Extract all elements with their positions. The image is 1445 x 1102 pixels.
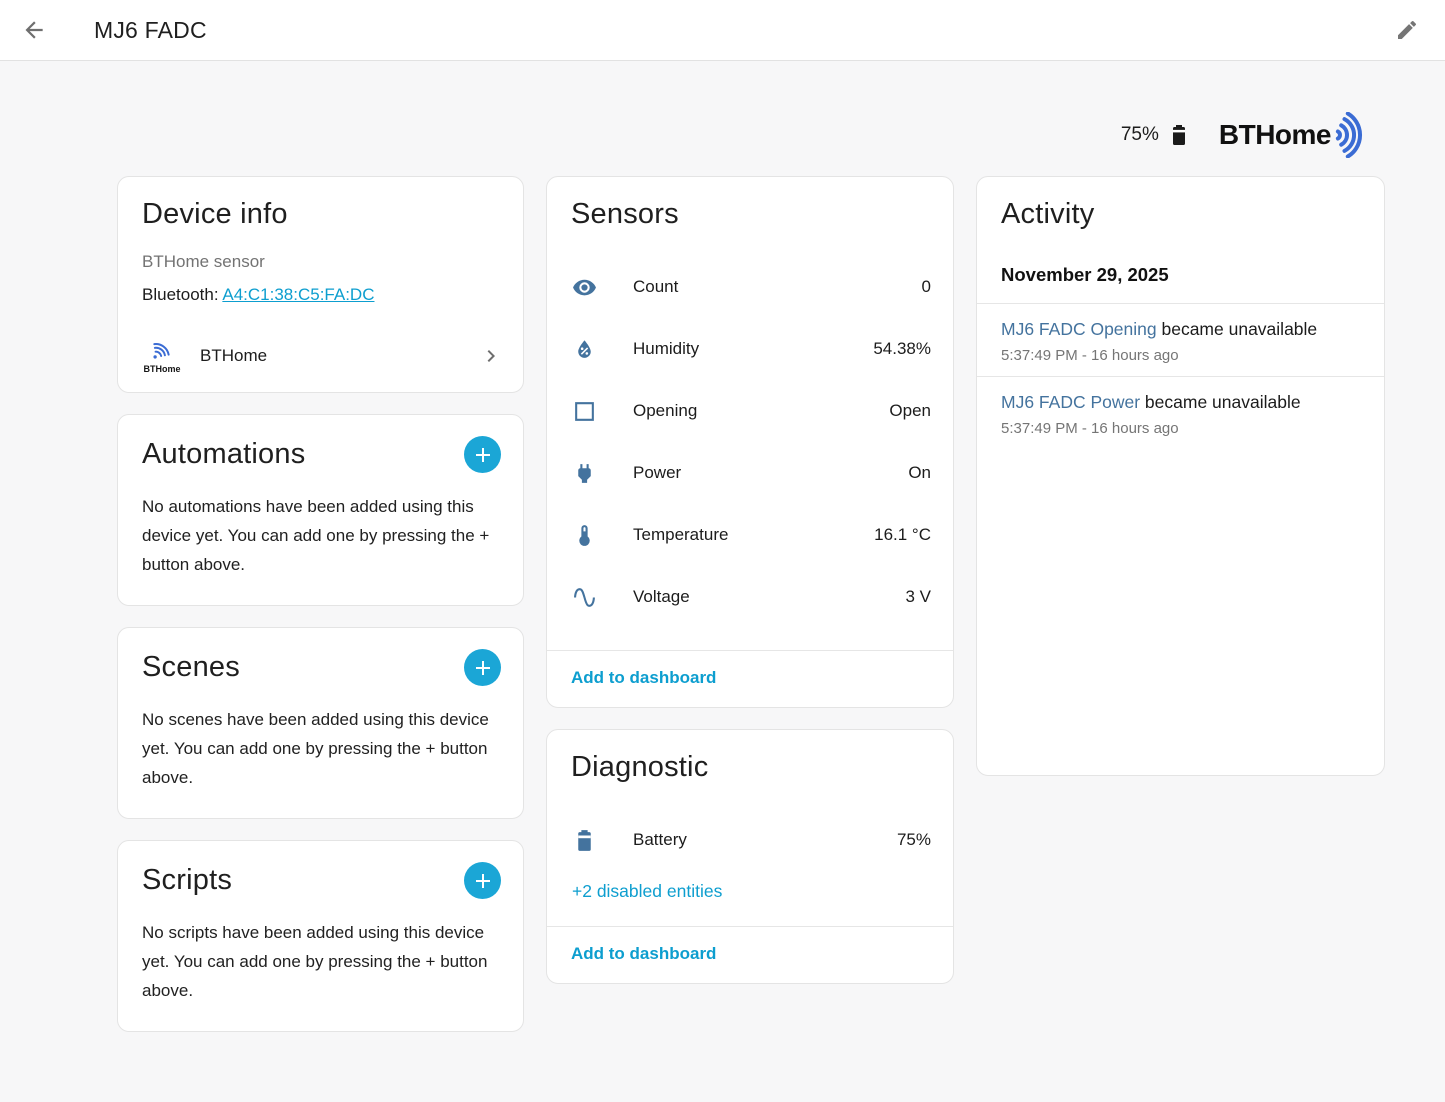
sensor-row-count[interactable]: Count 0 <box>547 256 953 318</box>
sensor-row-humidity[interactable]: Humidity 54.38% <box>547 318 953 380</box>
scripts-empty-text: No scripts have been added using this de… <box>118 899 523 1031</box>
sensor-label: Voltage <box>633 587 690 607</box>
sensor-row-voltage[interactable]: Voltage 3 V <box>547 566 953 628</box>
sensor-value: 0 <box>922 277 931 297</box>
device-status-row: 75% BTHome <box>0 113 1385 157</box>
device-info-title: Device info <box>142 198 288 231</box>
device-connection: Bluetooth: A4:C1:38:C5:FA:DC <box>118 272 523 305</box>
sensor-value: Open <box>889 401 931 421</box>
sensor-value: On <box>908 463 931 483</box>
app-header: MJ6 FADC <box>0 0 1445 61</box>
sensor-row-temperature[interactable]: Temperature 16.1 °C <box>547 504 953 566</box>
disabled-entities-link[interactable]: +2 disabled entities <box>547 871 953 926</box>
log-entity-link[interactable]: MJ6 FADC Power <box>1001 392 1140 412</box>
bthome-signal-arcs-icon <box>1333 112 1385 158</box>
activity-title: Activity <box>1001 198 1094 231</box>
battery-icon <box>1167 120 1191 150</box>
battery-icon <box>572 828 597 853</box>
sensor-label: Battery <box>633 830 687 850</box>
add-script-button[interactable] <box>464 862 501 899</box>
sensor-label: Count <box>633 277 678 297</box>
log-entry: MJ6 FADC Opening became unavailable 5:37… <box>977 304 1384 376</box>
power-plug-icon <box>572 461 597 486</box>
bthome-integration-icon-label: BTHome <box>143 364 180 374</box>
log-timestamp: 5:37:49 PM - 16 hours ago <box>1001 420 1360 437</box>
integration-name: BTHome <box>200 346 267 366</box>
plus-icon <box>471 443 495 467</box>
activity-date: November 29, 2025 <box>977 231 1384 303</box>
edit-pencil-icon[interactable] <box>1395 18 1419 42</box>
page-content: 75% BTHome Device info <box>0 62 1445 1102</box>
log-entry: MJ6 FADC Power became unavailable 5:37:4… <box>977 377 1384 449</box>
scripts-card: Scripts No scripts have been added using… <box>117 840 524 1032</box>
automations-title: Automations <box>142 438 305 471</box>
page-title: MJ6 FADC <box>94 17 207 44</box>
sensor-row-power[interactable]: Power On <box>547 442 953 504</box>
log-timestamp: 5:37:49 PM - 16 hours ago <box>1001 347 1360 364</box>
diagnostic-add-to-dashboard-link[interactable]: Add to dashboard <box>547 927 953 983</box>
activity-card: Activity November 29, 2025 MJ6 FADC Open… <box>976 176 1385 776</box>
device-info-card: Device info BTHome sensor Bluetooth: A4:… <box>117 176 524 393</box>
battery-percentage: 75% <box>1121 124 1159 146</box>
plus-icon <box>471 656 495 680</box>
back-arrow-icon[interactable] <box>21 17 47 43</box>
sensors-add-to-dashboard-link[interactable]: Add to dashboard <box>547 651 953 707</box>
integration-row-bthome[interactable]: BTHome BTHome <box>118 329 523 392</box>
square-outline-icon <box>572 399 597 424</box>
bthome-integration-icon: BTHome <box>138 337 186 374</box>
device-model: BTHome sensor <box>118 231 523 272</box>
sine-wave-icon <box>572 585 597 610</box>
sensor-row-opening[interactable]: Opening Open <box>547 380 953 442</box>
bthome-logo: BTHome <box>1219 112 1385 158</box>
scenes-empty-text: No scenes have been added using this dev… <box>118 686 523 818</box>
sensor-value: 16.1 °C <box>874 525 931 545</box>
sensor-value: 75% <box>897 830 931 850</box>
thermometer-icon <box>572 523 597 548</box>
diagnostic-title: Diagnostic <box>571 751 708 784</box>
sensor-label: Temperature <box>633 525 728 545</box>
sensor-value: 3 V <box>905 587 931 607</box>
card-columns: Device info BTHome sensor Bluetooth: A4:… <box>117 176 1445 1032</box>
sensor-label: Opening <box>633 401 697 421</box>
scenes-title: Scenes <box>142 651 240 684</box>
bluetooth-mac-link[interactable]: A4:C1:38:C5:FA:DC <box>222 285 374 304</box>
sensor-label: Power <box>633 463 681 483</box>
scripts-title: Scripts <box>142 864 232 897</box>
sensors-card: Sensors Count 0 Humidity <box>546 176 954 708</box>
log-event-text: became unavailable <box>1140 392 1301 412</box>
eye-icon <box>572 275 597 300</box>
sensor-label: Humidity <box>633 339 699 359</box>
scenes-card: Scenes No scenes have been added using t… <box>117 627 524 819</box>
connection-label: Bluetooth: <box>142 285 219 304</box>
log-entity-link[interactable]: MJ6 FADC Opening <box>1001 319 1157 339</box>
water-percent-icon <box>572 337 597 362</box>
sensors-title: Sensors <box>571 198 679 231</box>
diagnostic-row-battery[interactable]: Battery 75% <box>547 809 953 871</box>
sensor-value: 54.38% <box>873 339 931 359</box>
automations-card: Automations No automations have been add… <box>117 414 524 606</box>
log-event-text: became unavailable <box>1157 319 1318 339</box>
bthome-logo-text: BTHome <box>1219 119 1331 151</box>
automations-empty-text: No automations have been added using thi… <box>118 473 523 605</box>
chevron-right-icon <box>479 344 503 368</box>
add-scene-button[interactable] <box>464 649 501 686</box>
add-automation-button[interactable] <box>464 436 501 473</box>
diagnostic-card: Diagnostic Battery 75% +2 disabled entit… <box>546 729 954 984</box>
plus-icon <box>471 869 495 893</box>
